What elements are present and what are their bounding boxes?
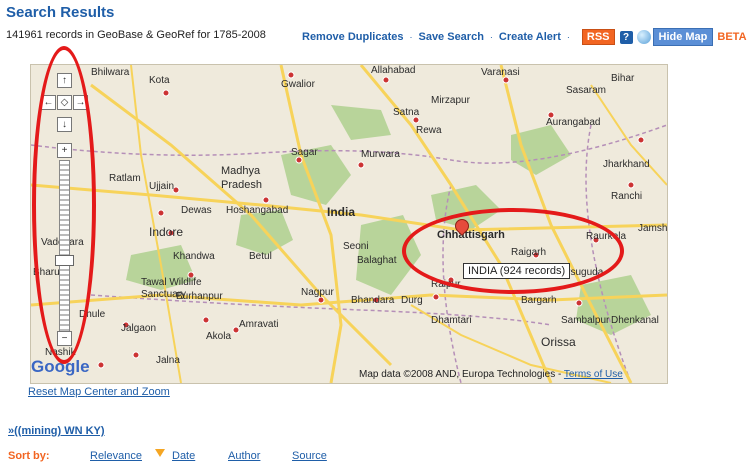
reset-map-link[interactable]: Reset Map Center and Zoom bbox=[28, 386, 170, 398]
map-place-label: Nagpur bbox=[301, 287, 334, 298]
help-icon[interactable]: ? bbox=[619, 30, 633, 44]
globe-icon bbox=[636, 30, 651, 44]
sort-label: Sort by: bbox=[8, 450, 50, 462]
map-place-label: Gwalior bbox=[281, 79, 315, 90]
query-text: ((mining) WN KY) bbox=[14, 425, 105, 437]
map-place-label: Bhandara bbox=[351, 295, 395, 306]
map-place-label: Aurangabad bbox=[546, 117, 601, 128]
beta-badge: BETA bbox=[717, 31, 747, 43]
map-place-label: Murwara bbox=[361, 149, 400, 160]
map-place-label: Indore bbox=[149, 225, 184, 239]
copyright-text: Map data ©2008 AND, Europa Technologies … bbox=[359, 369, 562, 380]
map-place-label: Dhenkanal bbox=[611, 315, 659, 326]
map-place-label: Bhilwara bbox=[91, 67, 130, 78]
map-place-label: Hoshangabad bbox=[226, 205, 289, 216]
map-place-label: Sanctuary bbox=[141, 289, 187, 300]
map-place-label: Durg bbox=[401, 295, 423, 306]
map-place-label: Jalna bbox=[156, 355, 180, 366]
map-place-label: Sasaram bbox=[566, 85, 607, 96]
terms-of-use-link[interactable]: Terms of Use bbox=[564, 369, 623, 380]
save-search-link[interactable]: Save Search bbox=[418, 31, 483, 43]
map-place-label: Ujjain bbox=[149, 181, 175, 192]
map-place-label: Khandwa bbox=[173, 251, 215, 262]
map-place-label: Dhamtari bbox=[431, 315, 472, 326]
map-place-label: Bihar bbox=[611, 73, 635, 84]
sort-date-link[interactable]: Date bbox=[172, 450, 195, 462]
record-count: 141961 records in GeoBase & GeoRef for 1… bbox=[6, 29, 266, 41]
sort-author-link[interactable]: Author bbox=[228, 450, 260, 462]
map-place-label: Mirzapur bbox=[431, 95, 470, 106]
map-place-label: Orissa bbox=[541, 335, 576, 349]
map-place-label: Seoni bbox=[343, 241, 369, 252]
map-place-label: Jamshedpur bbox=[638, 223, 668, 234]
map-copyright: Map data ©2008 AND, Europa Technologies … bbox=[359, 369, 623, 380]
map-place-label: Bargarh bbox=[521, 295, 557, 306]
map-place-label: Akola bbox=[206, 331, 232, 342]
hide-map-button[interactable]: Hide Map bbox=[652, 28, 714, 46]
sort-descending-icon bbox=[155, 449, 165, 457]
map-place-label: Jharkhand bbox=[603, 159, 650, 170]
annotation-oval-marker bbox=[402, 208, 624, 294]
map-place-label: Ratlam bbox=[109, 173, 141, 184]
map-place-label: Tawal Wildlife bbox=[141, 277, 202, 288]
map-place-label: Jalgaon bbox=[121, 323, 157, 334]
map-place-label: Pradesh bbox=[221, 179, 262, 191]
remove-duplicates-link[interactable]: Remove Duplicates bbox=[302, 31, 403, 43]
separator: · bbox=[489, 32, 493, 42]
annotation-oval-nav-controls bbox=[32, 46, 96, 364]
map-place-label: Sagar bbox=[291, 147, 318, 158]
map-place-label: Amravati bbox=[239, 319, 279, 330]
rss-button[interactable]: RSS bbox=[581, 29, 615, 45]
map-place-label: Ranchi bbox=[611, 191, 643, 202]
map-place-label: Madhya bbox=[221, 165, 261, 177]
map-place-label: Dewas bbox=[181, 205, 212, 216]
map-place-label: Satna bbox=[393, 107, 420, 118]
create-alert-link[interactable]: Create Alert bbox=[499, 31, 561, 43]
results-toolbar: Remove Duplicates · Save Search · Create… bbox=[302, 28, 747, 46]
map-place-label: India bbox=[327, 205, 356, 219]
map-place-label: Balaghat bbox=[357, 255, 397, 266]
separator: · bbox=[409, 32, 413, 42]
map-place-label: Allahabad bbox=[371, 65, 416, 76]
sort-source-link[interactable]: Source bbox=[292, 450, 327, 462]
separator: · bbox=[566, 32, 570, 42]
map-place-label: Betul bbox=[249, 251, 272, 262]
sort-relevance-link[interactable]: Relevance bbox=[90, 450, 142, 462]
map-place-label: Kota bbox=[149, 75, 170, 86]
map-place-label: Varanasi bbox=[481, 67, 520, 78]
map-place-label: Rewa bbox=[416, 125, 442, 136]
page-title: Search Results bbox=[6, 4, 115, 21]
map-place-label: Sambalpur bbox=[561, 315, 610, 326]
query-link[interactable]: »((mining) WN KY) bbox=[8, 425, 105, 437]
